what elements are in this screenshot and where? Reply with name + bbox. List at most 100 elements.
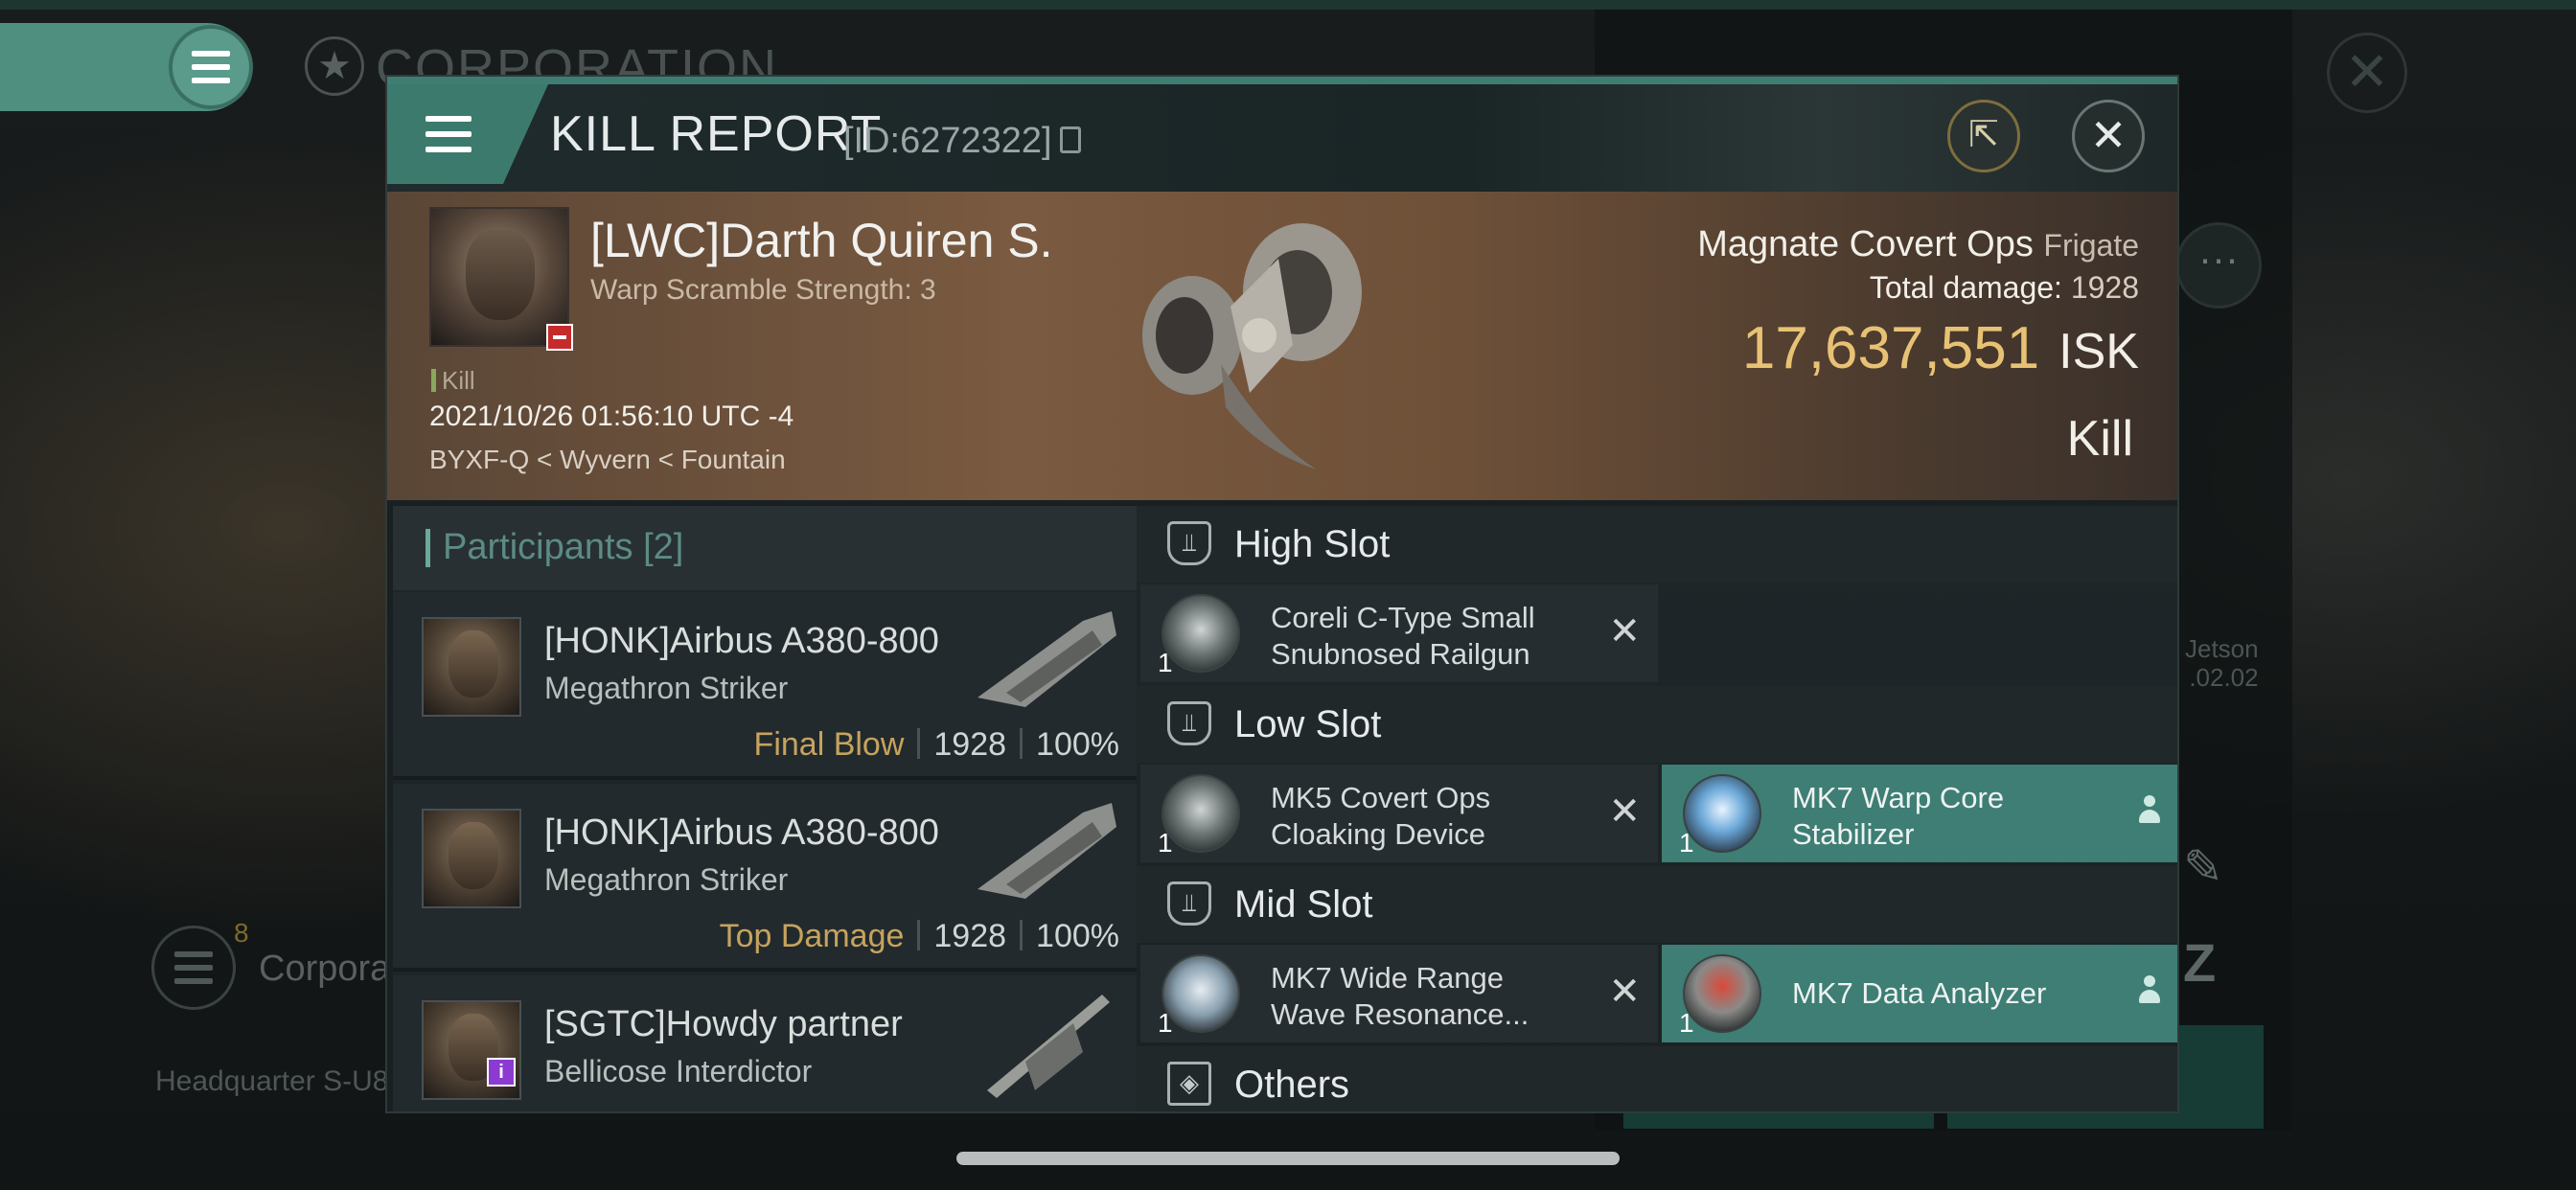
- person-icon: [2137, 975, 2162, 1008]
- hostile-badge-icon: [546, 324, 573, 351]
- low-slot-header: ⫫ Low Slot: [1137, 686, 2177, 763]
- warp-core-stabilizer-icon: [1683, 774, 1761, 853]
- participant-stats: Top Damage 1928 100%: [720, 918, 1119, 955]
- victim-name[interactable]: [LWC]Darth Quiren S.: [590, 213, 1053, 268]
- participant-row[interactable]: [HONK]Airbus A380-800 Megathron Striker …: [393, 784, 1137, 972]
- participant-percent: 100%: [1036, 726, 1119, 763]
- cube-icon: ◈: [1167, 1062, 1211, 1106]
- headquarters-label: Headquarter S-U8: [155, 1065, 389, 1097]
- participant-row[interactable]: [HONK]Airbus A380-800 Megathron Striker …: [393, 592, 1137, 780]
- participant-ship: Bellicose Interdictor: [544, 1054, 813, 1088]
- victim-ship-image[interactable]: [1125, 201, 1384, 479]
- participant-ship-image: [978, 803, 1116, 899]
- total-damage-label: Total damage:: [1869, 270, 2062, 305]
- kill-report-dialog: KILL REPORT [ID:6272322] ⇱ ✕ [LWC]Darth …: [385, 75, 2179, 1113]
- participant-ship: Megathron Striker: [544, 862, 789, 897]
- destroyed-icon: ✕: [1608, 971, 1641, 1013]
- total-damage-value: 1928: [2070, 270, 2139, 305]
- module-quantity: 1: [1158, 1008, 1173, 1038]
- module-item[interactable]: 1 MK7 Wide Range Wave Resonance... ✕: [1140, 945, 1658, 1042]
- more-icon[interactable]: ···: [2175, 222, 2262, 309]
- corporation-star-icon: ★: [305, 36, 364, 96]
- z-settings-icon[interactable]: Z: [2183, 931, 2216, 994]
- destroyed-icon: ✕: [1608, 610, 1641, 652]
- mid-slot-label: Mid Slot: [1234, 883, 1373, 926]
- isk-value: 17,637,551 ISK: [1742, 314, 2139, 382]
- participant-stats: Final Blow 1928 100%: [754, 726, 1119, 764]
- module-item[interactable]: 1 MK7 Warp Core Stabilizer: [1662, 765, 2177, 862]
- corporation-label: Corpora: [259, 949, 391, 989]
- participant-tag: Final Blow: [753, 726, 905, 763]
- kill-datetime: 2021/10/26 01:56:10 UTC -4: [429, 400, 794, 432]
- kill-result: Kill: [2066, 411, 2133, 467]
- railgun-icon: [1162, 594, 1240, 673]
- info-badge-icon: i: [487, 1058, 516, 1087]
- participant-ship: Megathron Striker: [544, 671, 789, 705]
- kill-location[interactable]: BYXF-Q < Wyvern < Fountain: [429, 445, 786, 475]
- kill-tag: Kill: [431, 366, 475, 396]
- module-item[interactable]: 1 MK5 Covert Ops Cloaking Device ✕: [1140, 765, 1658, 862]
- report-id: [ID:6272322]: [843, 121, 1052, 161]
- participant-ship-image: [987, 995, 1110, 1098]
- participant-portrait: [422, 617, 521, 717]
- module-name: MK7 Warp Core Stabilizer: [1792, 781, 2005, 851]
- close-icon[interactable]: ✕: [2072, 100, 2145, 172]
- participants-header-label: Participants [2]: [443, 527, 684, 567]
- menu-icon: [426, 116, 472, 152]
- cloaking-device-icon: [1162, 774, 1240, 853]
- module-quantity: 1: [1679, 1008, 1694, 1038]
- participant-tag: Top Damage: [719, 918, 905, 954]
- participant-percent: 100%: [1036, 918, 1119, 954]
- share-icon[interactable]: ⇱: [1947, 100, 2020, 172]
- destroyed-icon: ✕: [1608, 790, 1641, 833]
- total-damage: Total damage: 1928: [1870, 270, 2139, 306]
- app-root: ★ CORPORATION ✕ ··· Jetson .02.02 ✎ Z 8 …: [0, 0, 2576, 1190]
- module-quantity: 1: [1158, 828, 1173, 858]
- victim-face: [466, 230, 535, 320]
- participant-name: [HONK]Airbus A380-800: [544, 812, 939, 853]
- victim-panel: [LWC]Darth Quiren S. Warp Scramble Stren…: [387, 192, 2177, 500]
- background-jetson-text: Jetson .02.02: [2185, 634, 2259, 692]
- module-item[interactable]: 1 Coreli C-Type Small Snubnosed Railgun …: [1140, 584, 1658, 682]
- edit-icon[interactable]: ✎: [2183, 839, 2223, 895]
- data-analyzer-icon: [1683, 954, 1761, 1033]
- participants-panel: Participants [2] [HONK]Airbus A380-800 M…: [393, 506, 1137, 1111]
- participants-header-bar: [426, 529, 430, 567]
- slot-icon: ⫫: [1167, 881, 1211, 926]
- module-quantity: 1: [1679, 828, 1694, 858]
- slot-icon: ⫫: [1167, 701, 1211, 745]
- menu-icon: [174, 951, 213, 984]
- participant-name: [HONK]Airbus A380-800: [544, 621, 939, 661]
- module-name: MK7 Wide Range Wave Resonance...: [1271, 961, 1530, 1031]
- menu-icon: [192, 51, 230, 83]
- wave-resonance-icon: [1162, 954, 1240, 1033]
- high-slot-label: High Slot: [1234, 523, 1391, 565]
- participant-row[interactable]: [SGTC]Howdy partner Bellicose Interdicto…: [393, 975, 1137, 1111]
- main-menu-button[interactable]: [169, 25, 253, 109]
- copy-icon[interactable]: [1060, 126, 1081, 153]
- ship-name-text: Magnate Covert Ops: [1697, 224, 2034, 264]
- others-header: ◈ Others: [1137, 1046, 2177, 1111]
- participant-portrait: [422, 809, 521, 908]
- corporation-count: 8: [234, 918, 249, 948]
- module-name: MK7 Data Analyzer: [1792, 976, 2047, 1010]
- background-close-icon[interactable]: ✕: [2327, 33, 2407, 113]
- others-label: Others: [1234, 1064, 1350, 1106]
- slot-icon: ⫫: [1167, 521, 1211, 565]
- module-name: Coreli C-Type Small Snubnosed Railgun: [1271, 601, 1535, 671]
- victim-subtitle: Warp Scramble Strength: 3: [590, 274, 936, 306]
- isk-amount: 17,637,551: [1741, 315, 2040, 381]
- corporation-menu-button[interactable]: [151, 926, 236, 1010]
- victim-ship-name[interactable]: Magnate Covert Ops Frigate: [1697, 224, 2139, 265]
- ship-class-text: Frigate: [2043, 228, 2139, 263]
- home-indicator[interactable]: [956, 1152, 1620, 1165]
- participant-name: [SGTC]Howdy partner: [544, 1004, 903, 1044]
- module-quantity: 1: [1158, 648, 1173, 677]
- dialog-title: KILL REPORT: [550, 106, 883, 162]
- module-item[interactable]: 1 MK7 Data Analyzer: [1662, 945, 2177, 1042]
- low-slot-label: Low Slot: [1234, 703, 1382, 745]
- participant-damage: 1928: [933, 726, 1007, 763]
- isk-unit: ISK: [2058, 324, 2139, 379]
- participants-header[interactable]: Participants [2]: [393, 506, 1137, 590]
- module-name: MK5 Covert Ops Cloaking Device: [1271, 781, 1491, 851]
